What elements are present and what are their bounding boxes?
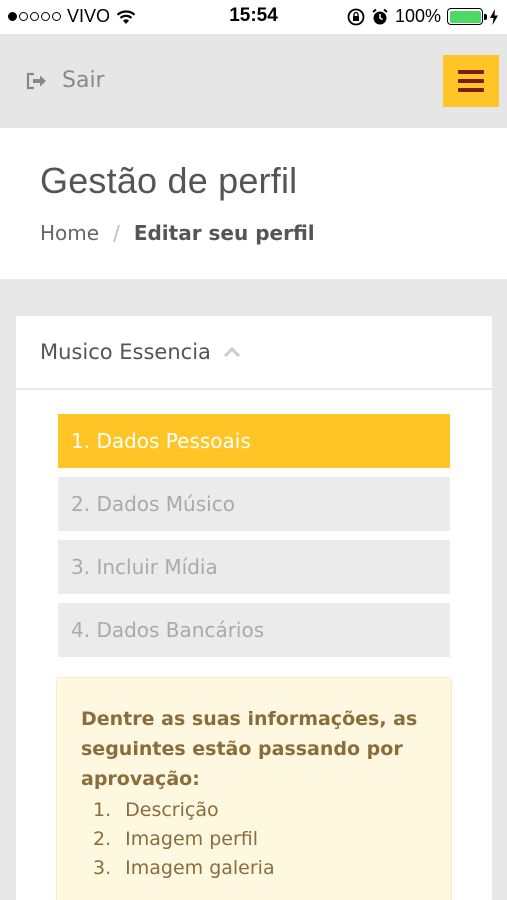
- step-label: 4. Dados Bancários: [71, 618, 265, 642]
- breadcrumb-separator: /: [113, 221, 120, 245]
- step-label: 2. Dados Músico: [71, 492, 235, 516]
- card-title: Musico Essencia: [40, 340, 211, 364]
- page-header: Gestão de perfil Home / Editar seu perfi…: [0, 128, 507, 279]
- step-dados-musico[interactable]: 2. Dados Músico: [58, 477, 450, 531]
- alert-title: Dentre as suas informações, as seguintes…: [81, 708, 418, 790]
- card-header-toggle[interactable]: Musico Essencia: [16, 316, 492, 390]
- step-label: 3. Incluir Mídia: [71, 555, 218, 579]
- breadcrumb-home-link[interactable]: Home: [40, 221, 99, 245]
- logout-label: Sair: [62, 68, 105, 93]
- step-list: 1. Dados Pessoais 2. Dados Músico 3. Inc…: [58, 414, 450, 666]
- hamburger-line: [458, 88, 484, 92]
- hamburger-menu-button[interactable]: [443, 55, 499, 107]
- hamburger-line: [458, 70, 484, 74]
- battery-percent: 100%: [394, 6, 441, 26]
- status-bar: VIVO 15:54 100%: [0, 0, 507, 34]
- page-title: Gestão de perfil: [40, 160, 298, 201]
- charging-icon: [490, 8, 498, 25]
- alert-list: 1. Descrição 2. Imagem perfil 3. Imagem …: [81, 796, 427, 883]
- battery-icon: [447, 8, 487, 25]
- alarm-icon: [372, 8, 388, 24]
- profile-card: Musico Essencia 1. Dados Pessoais 2. Dad…: [16, 316, 492, 900]
- list-item: 2. Imagem perfil: [93, 825, 427, 854]
- hamburger-line: [458, 79, 484, 83]
- list-item: 1. Descrição: [93, 796, 427, 825]
- status-right: 100%: [347, 6, 499, 27]
- step-dados-pessoais[interactable]: 1. Dados Pessoais: [58, 414, 450, 468]
- step-label: 1. Dados Pessoais: [71, 429, 251, 453]
- top-header: Sair: [0, 34, 507, 128]
- breadcrumb-current: Editar seu perfil: [133, 221, 315, 245]
- logout-button[interactable]: Sair: [26, 68, 105, 93]
- list-item: 3. Imagem galeria: [93, 854, 427, 883]
- step-dados-bancarios[interactable]: 4. Dados Bancários: [58, 603, 450, 657]
- approval-alert: Dentre as suas informações, as seguintes…: [56, 677, 452, 900]
- sign-out-icon: [26, 72, 46, 89]
- step-incluir-midia[interactable]: 3. Incluir Mídia: [58, 540, 450, 594]
- list-item-number: 3.: [93, 857, 112, 879]
- list-item-text: Descrição: [125, 799, 219, 821]
- breadcrumb: Home / Editar seu perfil: [40, 221, 315, 245]
- rotation-lock-icon: [347, 8, 365, 25]
- list-item-text: Imagem galeria: [125, 857, 275, 879]
- list-item-number: 2.: [93, 828, 112, 850]
- list-item-number: 1.: [93, 799, 112, 821]
- chevron-up-icon: [223, 346, 240, 358]
- list-item-text: Imagem perfil: [125, 828, 259, 850]
